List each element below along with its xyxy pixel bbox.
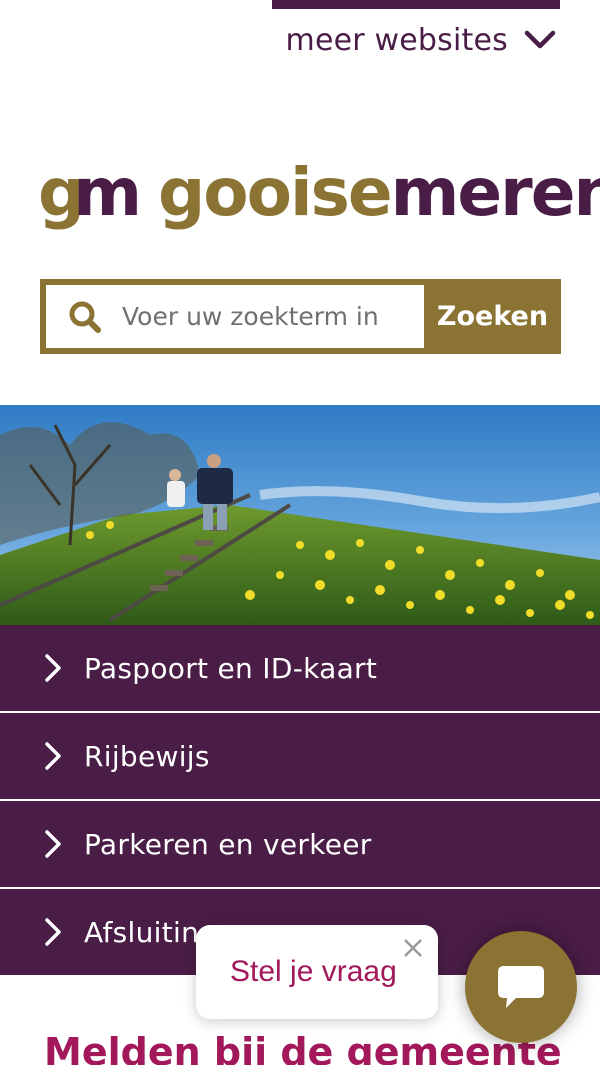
menu-item-paspoort[interactable]: Paspoort en ID-kaart [0,625,600,713]
logo-word-meren: meren [390,154,600,231]
search-icon [69,301,101,333]
chat-icon [498,966,544,1008]
more-websites-label: meer websites [285,22,508,58]
chat-prompt-bubble[interactable]: Stel je vraag [196,925,438,1019]
search-bar: Zoeken [40,279,561,354]
menu-item-rijbewijs[interactable]: Rijbewijs [0,713,600,801]
chevron-down-icon [524,30,556,49]
close-icon[interactable] [402,937,424,959]
chevron-right-icon [45,918,61,946]
section-title-melden: Melden bij de gemeente [44,1030,562,1065]
menu-item-parkeren[interactable]: Parkeren en verkeer [0,801,600,889]
chevron-right-icon [45,654,61,682]
logo-word-gooise: gooise [158,154,393,231]
menu-item-label: Paspoort en ID-kaart [84,651,378,685]
quick-links-menu: Paspoort en ID-kaart Rijbewijs Parkeren … [0,625,600,975]
search-field[interactable] [46,285,424,348]
hero-landscape-illustration [0,405,600,625]
menu-item-label: Parkeren en verkeer [84,827,372,861]
more-websites-toggle[interactable]: meer websites [286,20,556,60]
menu-item-label: Rijbewijs [84,739,210,773]
logo-mark-m: m [73,154,142,231]
gooise-meren-logo[interactable]: g m gooise meren [38,160,600,226]
top-accent-bar [272,0,560,9]
chevron-right-icon [45,830,61,858]
chat-launcher-button[interactable] [465,931,577,1043]
chat-prompt-text: Stel je vraag [230,955,397,988]
logo-mark: g m [38,154,142,231]
search-button[interactable]: Zoeken [424,279,561,354]
chevron-right-icon [45,742,61,770]
hero-image [0,405,600,625]
search-input[interactable] [122,302,422,331]
